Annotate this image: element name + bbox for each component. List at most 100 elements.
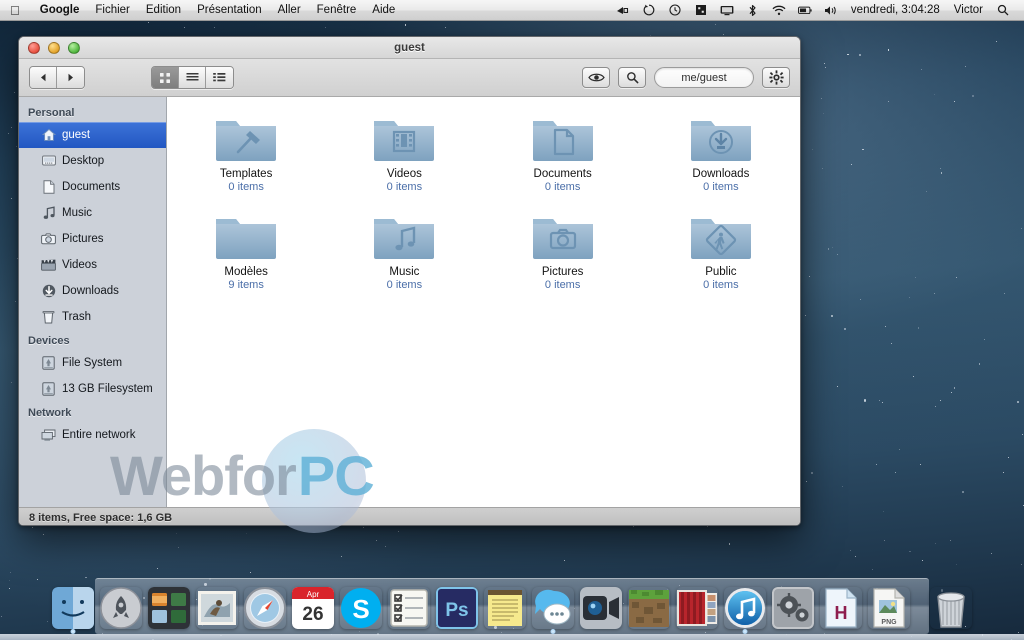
system-preferences-gears-icon bbox=[772, 587, 814, 629]
dock-item-facetime[interactable] bbox=[580, 587, 622, 629]
dock-item-mail[interactable] bbox=[196, 587, 238, 629]
sidebar-item-label: Entire network bbox=[62, 429, 136, 441]
menu-item-presentation[interactable]: Présentation bbox=[189, 4, 270, 16]
volume-icon[interactable] bbox=[824, 3, 838, 17]
dock-item-calendar[interactable]: Apr 26 bbox=[292, 587, 334, 629]
sidebar-item-downloads[interactable]: Downloads bbox=[19, 278, 166, 304]
folder-item-documents[interactable]: Documents 0 items bbox=[484, 111, 642, 193]
sidebar-header-personal: Personal bbox=[19, 102, 166, 122]
dock-item-h-document[interactable]: H bbox=[820, 587, 862, 629]
bluetooth-icon[interactable] bbox=[746, 3, 760, 17]
sidebar-item-trash[interactable]: Trash bbox=[19, 304, 166, 330]
time-machine-icon[interactable] bbox=[668, 3, 682, 17]
svg-text:PNG: PNG bbox=[881, 619, 897, 626]
dock-item-itunes[interactable] bbox=[724, 587, 766, 629]
display-icon[interactable] bbox=[720, 3, 734, 17]
column-view-button[interactable] bbox=[206, 67, 233, 88]
menubar-user[interactable]: Victor bbox=[954, 4, 983, 16]
sync-refresh-icon[interactable] bbox=[642, 3, 656, 17]
network-icon bbox=[41, 428, 56, 443]
window-title: guest bbox=[19, 42, 800, 54]
menu-item-aller[interactable]: Aller bbox=[270, 4, 309, 16]
folder-name: Documents bbox=[534, 168, 592, 180]
messages-bubble-icon bbox=[532, 587, 574, 629]
folder-name: Pictures bbox=[542, 266, 584, 278]
folder-count: 0 items bbox=[228, 181, 263, 193]
dock-item-trash[interactable] bbox=[930, 587, 972, 629]
sidebar-item-label: guest bbox=[62, 129, 90, 141]
dock: Apr 26 S Ps bbox=[0, 572, 1024, 640]
eye-icon[interactable] bbox=[582, 67, 610, 88]
folder-item-downloads[interactable]: Downloads 0 items bbox=[642, 111, 800, 193]
dock-item-skype[interactable]: S bbox=[340, 587, 382, 629]
list-view-button[interactable] bbox=[179, 67, 206, 88]
back-arrow-icon[interactable] bbox=[30, 67, 57, 88]
music-note-icon bbox=[41, 206, 56, 221]
folder-item-modeles[interactable]: Modèles 9 items bbox=[167, 209, 325, 291]
dropbox-icon[interactable] bbox=[694, 3, 708, 17]
dock-item-mission-control[interactable] bbox=[148, 587, 190, 629]
reminders-checklist-icon bbox=[388, 587, 430, 629]
menu-item-edition[interactable]: Edition bbox=[138, 4, 189, 16]
hammer-folder-icon bbox=[214, 111, 278, 163]
file-grid-area[interactable]: Templates 0 items Videos 0 items bbox=[167, 97, 800, 507]
dock-item-launchpad[interactable] bbox=[100, 587, 142, 629]
sidebar-item-videos[interactable]: Videos bbox=[19, 252, 166, 278]
dock-item-photo-booth[interactable] bbox=[676, 587, 718, 629]
input-source-icon[interactable] bbox=[616, 3, 630, 17]
folder-item-templates[interactable]: Templates 0 items bbox=[167, 111, 325, 193]
facetime-camera-icon bbox=[580, 587, 622, 629]
sidebar-item-desktop[interactable]: Desktop bbox=[19, 148, 166, 174]
minecraft-grass-block-icon bbox=[628, 587, 670, 629]
gear-icon[interactable] bbox=[762, 67, 790, 88]
sidebar-item-guest[interactable]: guest bbox=[19, 122, 166, 148]
dock-item-png-file[interactable]: PNG bbox=[868, 587, 910, 629]
menu-item-aide[interactable]: Aide bbox=[364, 4, 403, 16]
apple-logo-icon[interactable]:  bbox=[10, 4, 20, 17]
folder-name: Videos bbox=[387, 168, 422, 180]
finder-window[interactable]: guest me/gue bbox=[18, 36, 801, 526]
battery-icon[interactable] bbox=[798, 3, 812, 17]
dock-item-safari[interactable] bbox=[244, 587, 286, 629]
folder-name: Music bbox=[389, 266, 419, 278]
menu-item-fenetre[interactable]: Fenêtre bbox=[309, 4, 365, 16]
spotlight-search-icon[interactable] bbox=[996, 3, 1010, 17]
h-document-icon: H bbox=[820, 587, 862, 629]
dock-item-messages[interactable] bbox=[532, 587, 574, 629]
sidebar-item-pictures[interactable]: Pictures bbox=[19, 226, 166, 252]
folder-item-public[interactable]: Public 0 items bbox=[642, 209, 800, 291]
dock-item-stickies[interactable] bbox=[484, 587, 526, 629]
folder-item-videos[interactable]: Videos 0 items bbox=[325, 111, 483, 193]
forward-arrow-icon[interactable] bbox=[57, 67, 84, 88]
dock-item-minecraft[interactable] bbox=[628, 587, 670, 629]
film-folder-icon bbox=[372, 111, 436, 163]
folder-item-pictures[interactable]: Pictures 0 items bbox=[484, 209, 642, 291]
sidebar-item-music[interactable]: Music bbox=[19, 200, 166, 226]
path-field[interactable]: me/guest bbox=[654, 67, 754, 88]
window-title-bar[interactable]: guest bbox=[19, 37, 800, 59]
mission-control-icon bbox=[148, 587, 190, 629]
sidebar-item-13gb-filesystem[interactable]: 13 GB Filesystem bbox=[19, 376, 166, 402]
sidebar-item-entire-network[interactable]: Entire network bbox=[19, 422, 166, 448]
sidebar-item-documents[interactable]: Documents bbox=[19, 174, 166, 200]
folder-count: 0 items bbox=[545, 181, 580, 193]
folder-item-music[interactable]: Music 0 items bbox=[325, 209, 483, 291]
dock-item-system-preferences[interactable] bbox=[772, 587, 814, 629]
menu-item-fichier[interactable]: Fichier bbox=[87, 4, 138, 16]
menu-item-google[interactable]: Google bbox=[32, 4, 88, 16]
menubar-clock[interactable]: vendredi, 3:04:28 bbox=[851, 4, 940, 16]
sidebar-item-file-system[interactable]: File System bbox=[19, 350, 166, 376]
download-arrow-icon bbox=[41, 284, 56, 299]
svg-text:S: S bbox=[352, 594, 369, 624]
document-icon bbox=[41, 180, 56, 195]
calendar-icon: Apr 26 bbox=[292, 587, 334, 629]
magnifier-icon[interactable] bbox=[618, 67, 646, 88]
dock-item-finder[interactable] bbox=[52, 587, 94, 629]
dock-item-photoshop[interactable]: Ps bbox=[436, 587, 478, 629]
sidebar-item-label: Downloads bbox=[62, 285, 119, 297]
music-folder-icon bbox=[372, 209, 436, 261]
folder-count: 0 items bbox=[703, 279, 738, 291]
wifi-icon[interactable] bbox=[772, 3, 786, 17]
icon-view-button[interactable] bbox=[152, 67, 179, 88]
dock-item-reminders[interactable] bbox=[388, 587, 430, 629]
